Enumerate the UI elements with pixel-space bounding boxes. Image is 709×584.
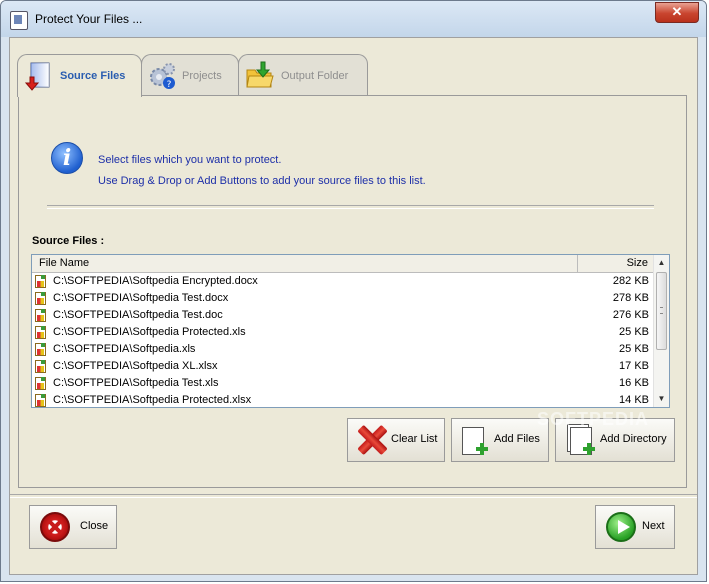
file-size: 25 KB bbox=[619, 343, 649, 355]
clear-list-label: Clear List bbox=[391, 433, 438, 445]
folder-download-icon bbox=[246, 61, 274, 88]
bottom-separator bbox=[10, 494, 697, 498]
table-row[interactable]: C:\SOFTPEDIA\Softpedia Test.doc 276 KB bbox=[32, 307, 654, 324]
scroll-down-arrow[interactable]: ▼ bbox=[654, 391, 669, 407]
file-size: 17 KB bbox=[619, 360, 649, 372]
plus-icon bbox=[583, 443, 595, 455]
scroll-thumb[interactable] bbox=[656, 272, 667, 350]
file-name: C:\SOFTPEDIA\Softpedia Encrypted.docx bbox=[53, 275, 258, 287]
tab-source-files-label: Source Files bbox=[60, 70, 126, 82]
list-header: File Name Size bbox=[32, 255, 654, 273]
title-bar[interactable]: Protect Your Files ... ✕ bbox=[1, 1, 706, 37]
app-icon bbox=[10, 11, 28, 30]
file-name: C:\SOFTPEDIA\Softpedia Test.xls bbox=[53, 377, 219, 389]
info-line-1: Select files which you want to protect. bbox=[98, 154, 282, 166]
add-files-label: Add Files bbox=[494, 433, 540, 445]
info-separator bbox=[47, 205, 654, 209]
file-name: C:\SOFTPEDIA\Softpedia Test.docx bbox=[53, 292, 229, 304]
info-line-2: Use Drag & Drop or Add Buttons to add yo… bbox=[98, 175, 426, 187]
tab-output-folder-label: Output Folder bbox=[281, 70, 349, 82]
file-size: 276 KB bbox=[612, 309, 649, 321]
next-arrow-icon bbox=[606, 512, 636, 542]
list-scrollbar[interactable]: ▲ ▼ bbox=[653, 255, 669, 407]
table-row[interactable]: C:\SOFTPEDIA\Softpedia Protected.xls 25 K… bbox=[32, 324, 654, 341]
file-size: 25 KB bbox=[619, 326, 649, 338]
file-size: 282 KB bbox=[612, 275, 649, 287]
tab-output-folder[interactable]: Output Folder bbox=[238, 54, 368, 95]
table-row[interactable]: C:\SOFTPEDIA\Softpedia Test.xls 16 KB bbox=[32, 375, 654, 392]
add-directory-label: Add Directory bbox=[600, 433, 667, 445]
file-icon bbox=[35, 360, 46, 373]
file-name: C:\SOFTPEDIA\Softpedia.xls bbox=[53, 343, 196, 355]
file-icon bbox=[35, 326, 46, 339]
file-icon bbox=[35, 275, 46, 288]
tab-source-files[interactable]: Source Files bbox=[17, 54, 142, 97]
source-files-label: Source Files : bbox=[32, 235, 105, 247]
column-header-file-name[interactable]: File Name bbox=[32, 255, 578, 272]
next-label: Next bbox=[642, 520, 665, 532]
red-x-icon bbox=[357, 425, 387, 455]
file-icon bbox=[35, 343, 46, 356]
table-row[interactable]: C:\SOFTPEDIA\Softpedia Test.docx 278 KB bbox=[32, 290, 654, 307]
file-size: 16 KB bbox=[619, 377, 649, 389]
gears-icon: ? bbox=[150, 63, 175, 90]
window-close-button[interactable]: ✕ bbox=[655, 2, 699, 23]
file-icon bbox=[35, 394, 46, 407]
file-size: 278 KB bbox=[612, 292, 649, 304]
file-name: C:\SOFTPEDIA\Softpedia XL.xlsx bbox=[53, 360, 218, 372]
document-arrow-icon bbox=[25, 62, 50, 91]
table-row[interactable]: C:\SOFTPEDIA\Softpedia.xls 25 KB bbox=[32, 341, 654, 358]
file-name: C:\SOFTPEDIA\Softpedia Protected.xlsx bbox=[53, 394, 252, 406]
plus-icon bbox=[476, 443, 488, 455]
table-row[interactable]: C:\SOFTPEDIA\Softpedia Protected.xlsx 14 … bbox=[32, 392, 654, 407]
next-button[interactable]: Next bbox=[595, 505, 675, 549]
close-button[interactable]: Close bbox=[29, 505, 117, 549]
table-row[interactable]: C:\SOFTPEDIA\Softpedia Encrypted.docx 282… bbox=[32, 273, 654, 290]
tab-projects[interactable]: ? Projects bbox=[141, 54, 239, 95]
info-icon: i bbox=[51, 142, 83, 174]
file-icon bbox=[35, 309, 46, 322]
close-label: Close bbox=[80, 520, 109, 532]
clear-list-button[interactable]: Clear List bbox=[347, 418, 445, 462]
svg-text:?: ? bbox=[167, 80, 172, 90]
client-area: ? Projects Output Folder Source Files i bbox=[9, 37, 698, 575]
scroll-up-arrow[interactable]: ▲ bbox=[654, 255, 669, 271]
table-row[interactable]: C:\SOFTPEDIA\Softpedia XL.xlsx 17 KB bbox=[32, 358, 654, 375]
app-window: Protect Your Files ... ✕ ? Projects Outp… bbox=[0, 0, 707, 582]
file-icon bbox=[35, 377, 46, 390]
file-name: C:\SOFTPEDIA\Softpedia Test.doc bbox=[53, 309, 223, 321]
add-files-button[interactable]: Add Files bbox=[451, 418, 549, 462]
window-title: Protect Your Files ... bbox=[35, 12, 143, 26]
close-circle-icon bbox=[40, 512, 70, 542]
tab-projects-label: Projects bbox=[182, 70, 222, 82]
column-header-size[interactable]: Size bbox=[579, 255, 654, 272]
file-name: C:\SOFTPEDIA\Softpedia Protected.xls bbox=[53, 326, 246, 338]
file-rows: C:\SOFTPEDIA\Softpedia Encrypted.docx 282… bbox=[32, 273, 654, 407]
grip-icon bbox=[660, 307, 663, 314]
softpedia-watermark: SOFTPEDIA bbox=[537, 409, 650, 429]
source-files-list[interactable]: File Name Size C:\SOFTPEDIA\Softpedia En… bbox=[31, 254, 670, 408]
file-icon bbox=[35, 292, 46, 305]
file-size: 14 KB bbox=[619, 394, 649, 406]
